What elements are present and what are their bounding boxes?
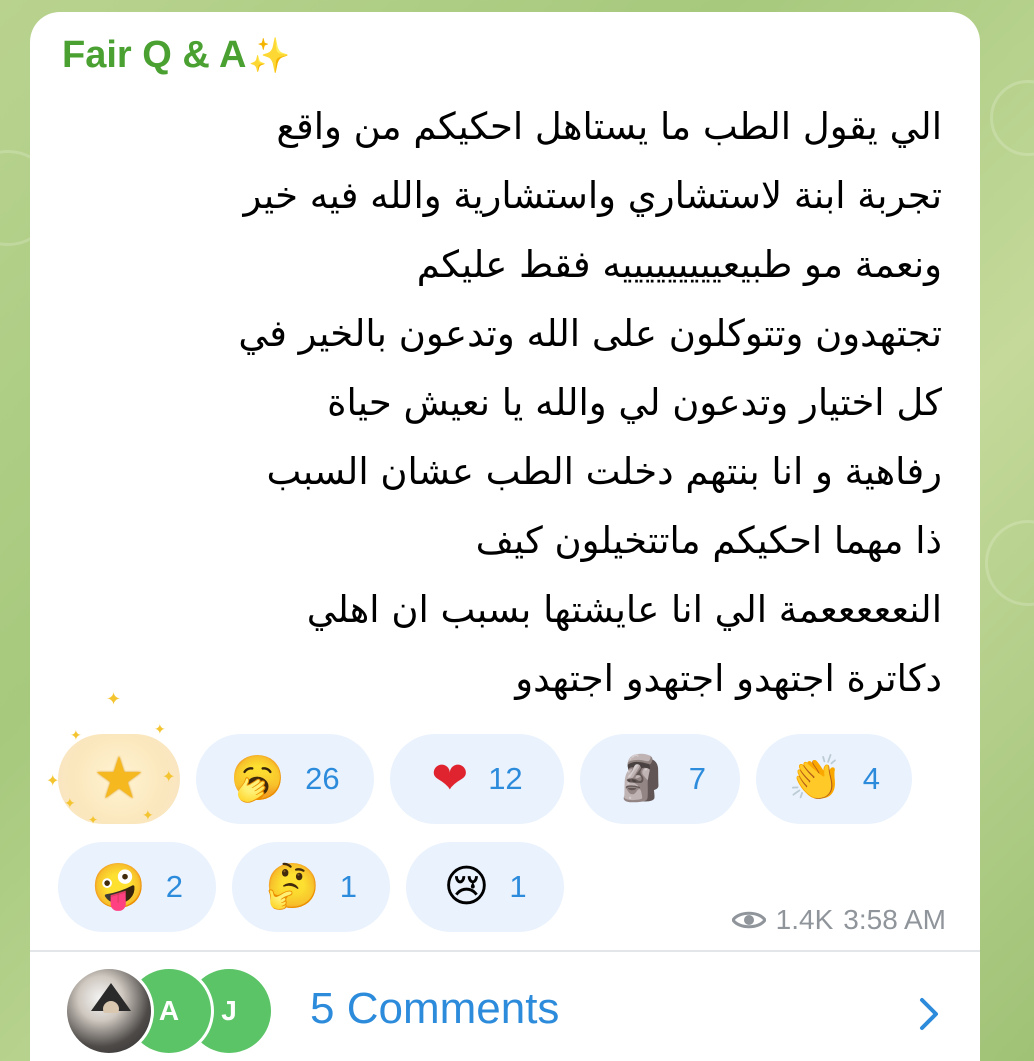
avatar xyxy=(64,966,154,1056)
message-line: ونعمة مو طبيعيييييييييه فقط عليكم xyxy=(416,243,942,286)
sparkles-icon: ✨ xyxy=(248,36,291,75)
sparkle-decoration: ✦ xyxy=(70,727,82,743)
message-text: الي يقول الطب ما يستاهل احكيكم من واقع ت… xyxy=(66,92,942,713)
chevron-right-icon[interactable] xyxy=(918,996,940,1032)
sparkle-decoration: ✦ xyxy=(88,813,99,827)
zany-face-emoji-icon: 🤪 xyxy=(90,861,146,912)
reaction-moai[interactable]: 🗿 7 xyxy=(580,734,740,824)
reaction-count: 2 xyxy=(165,869,184,904)
crying-face-emoji-icon: 😢 xyxy=(443,861,490,912)
reaction-count: 26 xyxy=(305,761,340,796)
moai-emoji-icon: 🗿 xyxy=(613,753,669,804)
message-line: ذا مهما احكيكم ماتتخيلون كيف xyxy=(475,519,942,562)
message-line: دكاترة اجتهدو اجتهدو اجتهدو xyxy=(515,657,942,700)
red-heart-emoji-icon: ❤ xyxy=(431,753,469,804)
message-line: الي يقول الطب ما يستاهل احكيكم من واقع xyxy=(276,105,942,148)
yawning-face-emoji-icon: 🥱 xyxy=(230,753,286,804)
reaction-thinking-face[interactable]: 🤔 1 xyxy=(232,842,390,932)
sparkle-decoration: ✦ xyxy=(154,721,166,737)
cat-avatar-icon xyxy=(91,983,131,1013)
reaction-crying-face[interactable]: 😢 1 xyxy=(406,842,564,932)
sender-name[interactable]: Fair Q & A ✨ xyxy=(62,34,291,77)
avatar-initial: J xyxy=(221,995,237,1026)
message-meta: 1.4K 3:58 AM xyxy=(731,904,946,936)
reaction-red-heart[interactable]: ❤ 12 xyxy=(390,734,564,824)
sparkle-decoration: ✦ xyxy=(64,795,76,811)
comments-bar[interactable]: A J 5 Comments xyxy=(30,952,980,1061)
message-line: النعععععمة الي انا عايشتها بسبب ان اهلي xyxy=(306,588,942,631)
message-line: رفاهية و انا بنتهم دخلت الطب عشان السبب xyxy=(266,450,942,493)
star-icon: ★ xyxy=(93,746,145,811)
background-doodle xyxy=(990,80,1034,156)
reactions-row: 🤪 2 🤔 1 😢 1 xyxy=(58,842,564,932)
message-line: تجربة ابنة لاستشاري واستشارية والله فيه … xyxy=(243,174,942,217)
reaction-zany-face[interactable]: 🤪 2 xyxy=(58,842,216,932)
reaction-count: 1 xyxy=(339,869,358,904)
sparkle-decoration: ✦ xyxy=(142,807,154,823)
sparkle-decoration: ✦ xyxy=(162,769,176,786)
message-time: 3:58 AM xyxy=(843,904,946,935)
background-doodle xyxy=(985,520,1034,606)
eye-icon xyxy=(731,911,766,929)
reactions-row: ✦ ✦ ✦ ✦ ✦ ✦ ✦ ✦ ★ 🥱 26 ❤ 12 🗿 7 👏 4 xyxy=(46,690,912,827)
reaction-count: 12 xyxy=(488,761,523,796)
reaction-count: 4 xyxy=(862,761,881,796)
reaction-count: 1 xyxy=(509,869,527,904)
clapping-hands-emoji-icon: 👏 xyxy=(787,753,843,804)
thinking-face-emoji-icon: 🤔 xyxy=(264,861,320,912)
reaction-count: 7 xyxy=(688,761,707,796)
avatar-initial: A xyxy=(158,995,180,1026)
reaction-yawning-face[interactable]: 🥱 26 xyxy=(196,734,374,824)
message-line: تجتهدون وتتوكلون على الله وتدعون بالخير … xyxy=(238,312,942,355)
comments-button-label[interactable]: 5 Comments xyxy=(310,984,559,1034)
sparkle-decoration: ✦ xyxy=(46,773,60,790)
star-reaction-button[interactable]: ✦ ✦ ✦ ✦ ✦ ✦ ✦ ✦ ★ xyxy=(46,690,180,827)
message-bubble: Fair Q & A ✨ الي يقول الطب ما يستاهل احك… xyxy=(30,12,980,1061)
view-count: 1.4K xyxy=(775,904,834,935)
sender-label: Fair Q & A xyxy=(62,34,247,76)
sparkle-decoration: ✦ xyxy=(106,689,122,709)
message-line: كل اختيار وتدعون لي والله يا نعيش حياة xyxy=(327,381,942,424)
reaction-clapping-hands[interactable]: 👏 4 xyxy=(756,734,912,824)
